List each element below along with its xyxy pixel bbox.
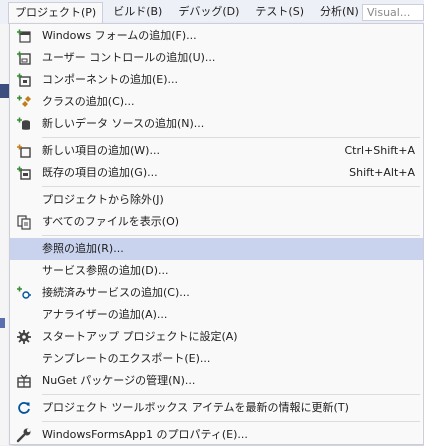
menu-item-label: 参照の追加(R)... (42, 242, 124, 255)
data-source-icon (16, 116, 32, 132)
menu-item-add-service-reference[interactable]: サービス参照の追加(D)... (10, 260, 423, 282)
wrench-icon (16, 427, 32, 443)
menu-item-add-user-control[interactable]: ユーザー コントロールの追加(U)... (10, 47, 423, 69)
menu-item-label: 既存の項目の追加(G)... (42, 166, 158, 179)
menu-item-add-analyzer[interactable]: アナライザーの追加(A)... (10, 304, 423, 326)
new-item-icon (16, 143, 32, 159)
nuget-icon (16, 373, 32, 389)
menu-item-label: ユーザー コントロールの追加(U)... (42, 51, 216, 64)
menu-separator (42, 394, 420, 395)
existing-item-icon (16, 165, 32, 181)
menu-separator (42, 235, 420, 236)
menu-item-label: サービス参照の追加(D)... (42, 264, 169, 277)
menu-item-label: すべてのファイルを表示(O) (42, 215, 180, 228)
menu-item-label: Windows フォームの追加(F)... (42, 29, 197, 42)
show-all-files-icon (16, 214, 32, 230)
menu-item-add-component[interactable]: コンポーネントの追加(E)... (10, 69, 423, 91)
menu-item-refresh-toolbox-items[interactable]: プロジェクト ツールボックス アイテムを最新の情報に更新(T) (10, 397, 423, 419)
shortcut-label: Shift+Alt+A (349, 166, 415, 179)
menu-item-add-data-source[interactable]: 新しいデータ ソースの追加(N)... (10, 113, 423, 135)
class-icon (16, 94, 32, 110)
connected-service-icon (16, 285, 32, 301)
project-menu-dropdown: Windows フォームの追加(F)... ユーザー コントロールの追加(U).… (9, 23, 424, 445)
menu-item-add-connected-service[interactable]: 接続済みサービスの追加(C)... (10, 282, 423, 304)
menu-item-label: プロジェクトから除外(J) (42, 193, 164, 206)
user-control-icon (16, 50, 32, 66)
component-icon (16, 72, 32, 88)
menu-item-label: 新しい項目の追加(W)... (42, 144, 160, 157)
menu-project[interactable]: プロジェクト(P) (8, 2, 104, 24)
menu-build[interactable]: ビルド(B) (107, 2, 168, 22)
refresh-icon (16, 400, 32, 416)
menu-separator (42, 186, 420, 187)
menu-analyze[interactable]: 分析(N) (314, 2, 365, 22)
menu-test[interactable]: テスト(S) (249, 2, 310, 22)
editor-tab-marker (0, 84, 9, 98)
menu-item-exclude-from-project[interactable]: プロジェクトから除外(J) (10, 189, 423, 211)
search-input[interactable]: Visual... (362, 4, 424, 21)
editor-marker (0, 318, 5, 328)
menu-item-label: スタートアップ プロジェクトに設定(A) (42, 330, 238, 343)
menu-item-label: WindowsFormsApp1 のプロパティ(E)... (42, 428, 248, 441)
menu-item-show-all-files[interactable]: すべてのファイルを表示(O) (10, 211, 423, 233)
menu-bar: プロジェクト(P) ビルド(B) デバッグ(D) テスト(S) 分析(N) (0, 0, 424, 24)
menu-item-add-windows-form[interactable]: Windows フォームの追加(F)... (10, 25, 423, 47)
menu-item-label: クラスの追加(C)... (42, 95, 135, 108)
menu-item-add-reference[interactable]: 参照の追加(R)... (10, 238, 423, 260)
menu-debug[interactable]: デバッグ(D) (172, 2, 245, 22)
menu-separator (42, 421, 420, 422)
menu-item-label: NuGet パッケージの管理(N)... (42, 374, 196, 387)
menu-item-label: プロジェクト ツールボックス アイテムを最新の情報に更新(T) (42, 401, 349, 414)
menu-item-label: アナライザーの追加(A)... (42, 308, 168, 321)
menu-item-set-startup-project[interactable]: スタートアップ プロジェクトに設定(A) (10, 326, 423, 348)
menu-item-label: 新しいデータ ソースの追加(N)... (42, 117, 205, 130)
menu-item-label: コンポーネントの追加(E)... (42, 73, 179, 86)
menu-item-manage-nuget[interactable]: NuGet パッケージの管理(N)... (10, 370, 423, 392)
menu-item-add-class[interactable]: クラスの追加(C)... (10, 91, 423, 113)
menu-item-label: テンプレートのエクスポート(E)... (42, 352, 211, 365)
menu-item-add-new-item[interactable]: 新しい項目の追加(W)... Ctrl+Shift+A (10, 140, 423, 162)
shortcut-label: Ctrl+Shift+A (344, 144, 415, 157)
menu-item-add-existing-item[interactable]: 既存の項目の追加(G)... Shift+Alt+A (10, 162, 423, 184)
menu-item-export-template[interactable]: テンプレートのエクスポート(E)... (10, 348, 423, 370)
add-form-icon (16, 28, 32, 44)
menu-separator (42, 137, 420, 138)
menu-item-label: 接続済みサービスの追加(C)... (42, 286, 190, 299)
gear-icon (16, 329, 32, 345)
menu-item-project-properties[interactable]: WindowsFormsApp1 のプロパティ(E)... (10, 424, 423, 446)
